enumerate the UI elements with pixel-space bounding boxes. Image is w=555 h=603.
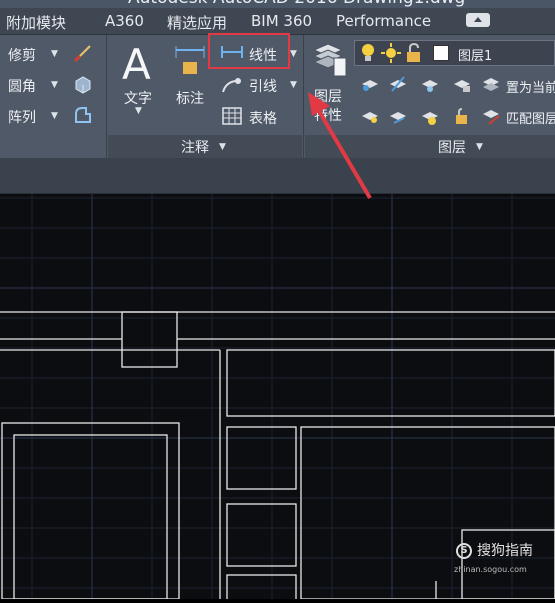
layer-color-swatch[interactable] [433,45,449,65]
tab-performance[interactable]: Performance [336,12,431,30]
chevron-down-icon[interactable]: ▼ [219,142,226,152]
match-layer-button[interactable]: 匹配图层 [506,108,555,127]
chevron-down-icon[interactable]: ▼ [290,49,297,59]
watermark-text: 搜狗指南 [477,543,533,559]
fillet-button[interactable]: 圆角 [8,76,36,96]
ribbon-minimize-toggle[interactable] [466,13,490,27]
file-tab-strip [0,158,555,194]
panel-divider [106,35,107,158]
current-layer-name[interactable]: 图层1 [458,45,492,64]
sun-icon[interactable] [381,43,401,67]
chevron-down-icon[interactable]: ▼ [290,80,297,90]
tab-featured-apps[interactable]: 精选应用 [167,12,227,33]
layer-tool-icon[interactable] [388,106,408,130]
highlight-box [208,33,290,69]
text-icon[interactable]: A [122,40,151,89]
dimension-icon[interactable] [173,44,207,82]
layer-tool-icon[interactable] [452,106,472,130]
dimension-button-label[interactable]: 标注 [176,88,204,108]
window-title: Autodesk AutoCAD 2016 Drawing1.dwg [128,0,465,8]
table-button[interactable]: 表格 [249,108,277,128]
layer-tool-icon[interactable] [420,74,440,98]
layer-tool-icon[interactable] [388,74,408,98]
chevron-down-icon[interactable]: ▼ [51,80,58,90]
layer-tool-icon[interactable] [452,74,472,98]
drawing-area [0,194,555,603]
ribbon-tab-bar: 附加模块 A360 精选应用 BIM 360 Performance [0,8,555,35]
brush-icon[interactable] [72,42,94,68]
text-button-label[interactable]: 文字 [124,88,152,108]
set-current-icon[interactable] [481,74,501,98]
chevron-down-icon[interactable]: ▼ [476,142,483,152]
chevron-down-icon[interactable]: ▼ [135,106,142,116]
table-icon[interactable] [222,107,242,129]
trim-button[interactable]: 修剪 [8,45,36,65]
layers-panel-title[interactable]: 图层 [438,137,466,157]
tab-a360[interactable]: A360 [105,12,144,30]
drawing-canvas[interactable] [0,194,555,603]
unlock-icon[interactable] [405,42,423,67]
match-layer-icon[interactable] [481,106,501,130]
red-arrow-annotation [308,92,372,200]
offset-icon[interactable] [72,104,94,130]
watermark-url: zhinan.sogou.com [454,565,527,574]
title-bar: Autodesk AutoCAD 2016 Drawing1.dwg [0,0,555,8]
layer-properties-icon[interactable] [312,40,348,84]
chevron-down-icon[interactable]: ▼ [51,49,58,59]
sogou-logo-icon: S [456,543,472,559]
cube-icon[interactable] [72,73,94,99]
lightbulb-icon[interactable] [360,43,376,67]
annotation-panel-title[interactable]: 注释 [181,137,209,157]
tab-addins[interactable]: 附加模块 [6,12,66,33]
leader-button[interactable]: 引线 [249,76,277,96]
leader-icon[interactable] [220,76,242,98]
layer-tool-icon[interactable] [420,106,440,130]
chevron-down-icon[interactable]: ▼ [51,111,58,121]
set-current-button[interactable]: 置为当前 [506,77,555,96]
array-button[interactable]: 阵列 [8,107,36,127]
tab-bim360[interactable]: BIM 360 [251,12,312,30]
